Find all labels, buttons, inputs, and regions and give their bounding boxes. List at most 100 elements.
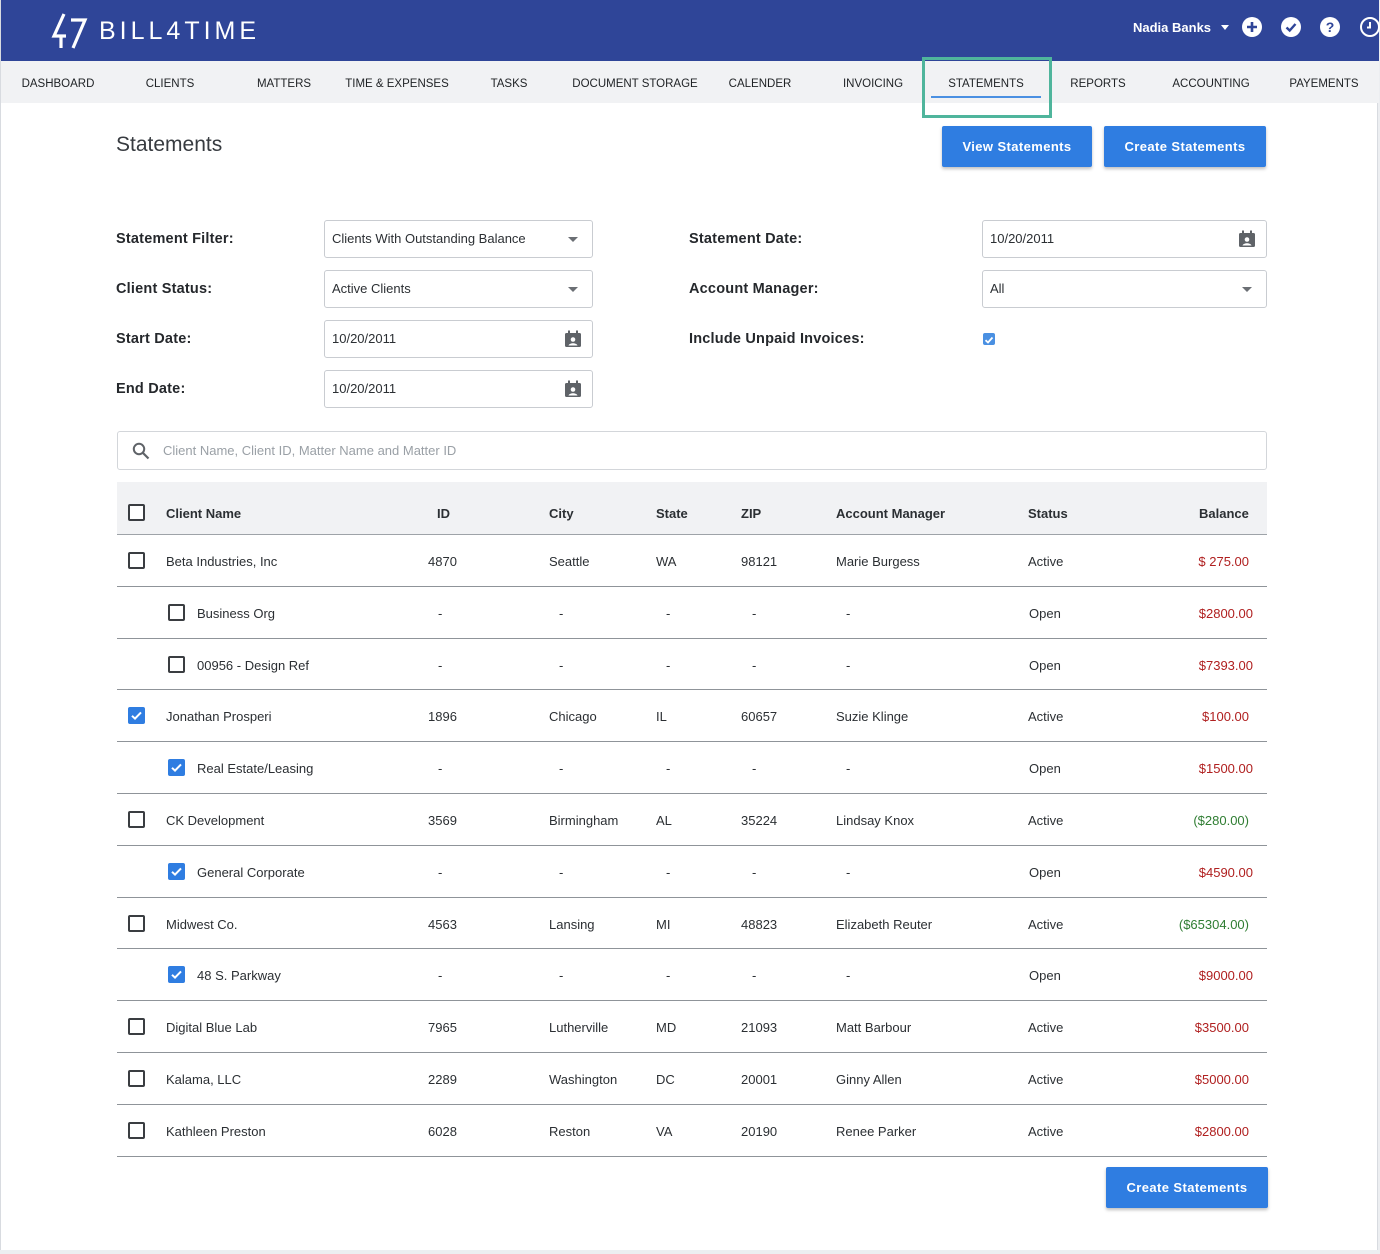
- client-row[interactable]: Beta Industries, Inc 4870 Seattle WA 98121 Ma…: [117, 535, 1267, 587]
- plus-circle-icon[interactable]: [1242, 17, 1262, 37]
- client-row[interactable]: Jonathan Prosperi 1896 Chicago IL 60657 Suzie…: [117, 690, 1267, 743]
- row-checkbox[interactable]: [168, 603, 185, 621]
- client-row[interactable]: Kathleen Preston 6028 Reston VA 20190 Renee P…: [117, 1105, 1267, 1157]
- view-statements-button[interactable]: View Statements: [942, 126, 1092, 167]
- cell-id: 6028: [428, 1123, 457, 1139]
- cell-name[interactable]: Midwest Co.: [166, 917, 238, 932]
- nav-time-expenses[interactable]: TIME & EXPENSES: [341, 61, 453, 103]
- cell-account-manager: Marie Burgess: [836, 554, 920, 569]
- cell-name[interactable]: Digital Blue Lab: [166, 1020, 257, 1035]
- statement-filter-label: Statement Filter:: [116, 231, 234, 247]
- col-id[interactable]: ID: [437, 506, 450, 521]
- start-date-field[interactable]: 10/20/2011: [324, 320, 593, 358]
- row-checkbox[interactable]: [128, 707, 145, 725]
- matter-row[interactable]: Business Org - - - - - Open $2800.00: [117, 587, 1267, 639]
- cell-balance: $1500.00: [1198, 761, 1253, 777]
- statement-date-label: Statement Date:: [689, 231, 803, 247]
- footer-create-statements-button[interactable]: Create Statements: [1106, 1167, 1268, 1208]
- cell-status: Open: [1029, 761, 1061, 777]
- col-city[interactable]: City: [549, 506, 574, 521]
- cell-name[interactable]: Beta Industries, Inc: [166, 554, 277, 569]
- start-date-label: Start Date:: [116, 331, 192, 347]
- col-status[interactable]: Status: [1028, 506, 1068, 521]
- cell-name[interactable]: General Corporate: [197, 865, 305, 880]
- calendar-icon[interactable]: [564, 330, 582, 348]
- cell-status: Active: [1028, 916, 1064, 932]
- nav-invoicing[interactable]: INVOICING: [827, 61, 919, 103]
- user-menu[interactable]: Nadia Banks: [1133, 20, 1230, 35]
- cell-city: -: [559, 605, 564, 621]
- row-checkbox[interactable]: [128, 1070, 145, 1087]
- matter-row[interactable]: Real Estate/Leasing - - - - - Open $1500.00: [117, 742, 1267, 794]
- cell-name[interactable]: Business Org: [197, 606, 275, 621]
- row-checkbox[interactable]: [168, 862, 185, 880]
- matter-row[interactable]: General Corporate - - - - - Open $4590.00: [117, 846, 1267, 898]
- matter-row[interactable]: 48 S. Parkway - - - - - Open $9000.00: [117, 949, 1267, 1002]
- account-manager-select[interactable]: All: [982, 270, 1267, 308]
- row-checkbox[interactable]: [128, 811, 145, 828]
- nav-calender[interactable]: CALENDER: [717, 61, 803, 103]
- clock-icon[interactable]: [1360, 17, 1380, 37]
- col-client-name[interactable]: Client Name: [166, 506, 241, 521]
- cell-id: -: [438, 605, 443, 621]
- cell-id: 3569: [428, 813, 457, 828]
- calendar-icon[interactable]: [1238, 230, 1256, 248]
- cell-name[interactable]: Real Estate/Leasing: [197, 761, 313, 776]
- row-checkbox[interactable]: [128, 1121, 145, 1139]
- nav-accounting[interactable]: ACCOUNTING: [1161, 61, 1261, 103]
- client-row[interactable]: Kalama, LLC 2289 Washington DC 20001 Ginny Al…: [117, 1053, 1267, 1105]
- cell-state: AL: [656, 813, 672, 828]
- matter-row[interactable]: 00956 - Design Ref - - - - - Open $7393.00: [117, 639, 1267, 691]
- nav-document-storage[interactable]: DOCUMENT STORAGE: [565, 61, 705, 103]
- client-search-input[interactable]: Client Name, Client ID, Matter Name and …: [117, 431, 1267, 470]
- client-row[interactable]: Midwest Co. 4563 Lansing MI 48823 Elizabeth R…: [117, 898, 1267, 950]
- statement-date-field[interactable]: 10/20/2011: [982, 220, 1267, 258]
- nav-reports[interactable]: REPORTS: [1059, 61, 1137, 103]
- client-status-select[interactable]: Active Clients: [324, 270, 593, 308]
- cell-name[interactable]: Jonathan Prosperi: [166, 709, 272, 724]
- row-checkbox[interactable]: [168, 655, 185, 673]
- cell-account-manager: Elizabeth Reuter: [836, 916, 933, 932]
- statement-filter-select[interactable]: Clients With Outstanding Balance: [324, 220, 593, 258]
- col-state[interactable]: State: [656, 506, 688, 521]
- cell-account-manager: Ginny Allen: [836, 1072, 902, 1087]
- nav-dashboard[interactable]: DASHBOARD: [7, 61, 109, 103]
- end-date-field[interactable]: 10/20/2011: [324, 370, 593, 408]
- client-row[interactable]: Digital Blue Lab 7965 Lutherville MD 21093 Ma…: [117, 1001, 1267, 1053]
- calendar-icon[interactable]: [564, 380, 582, 398]
- select-all-checkbox[interactable]: [128, 504, 145, 521]
- nav-statements[interactable]: STATEMENTS: [927, 61, 1045, 103]
- cell-balance: $9000.00: [1198, 968, 1253, 984]
- col-balance[interactable]: Balance: [1199, 506, 1249, 521]
- row-checkbox[interactable]: [128, 914, 145, 932]
- col-zip[interactable]: ZIP: [741, 506, 761, 521]
- help-circle-icon[interactable]: ?: [1320, 17, 1340, 37]
- nav-payements[interactable]: PAYEMENTS: [1281, 61, 1367, 103]
- account-manager-value: All: [990, 281, 1005, 296]
- client-row[interactable]: CK Development 3569 Birmingham AL 35224 Linds…: [117, 794, 1267, 846]
- brand-logo[interactable]: BILL4TIME: [51, 12, 260, 50]
- row-checkbox[interactable]: [168, 966, 185, 984]
- cell-balance: $100.00: [1202, 709, 1249, 725]
- nav-matters[interactable]: MATTERS: [237, 61, 331, 103]
- row-checkbox[interactable]: [128, 1018, 145, 1036]
- cell-status: Active: [1028, 813, 1064, 828]
- cell-name[interactable]: 00956 - Design Ref: [197, 658, 309, 673]
- cell-status: Open: [1029, 657, 1061, 673]
- svg-text:?: ?: [1326, 19, 1335, 35]
- create-statements-button[interactable]: Create Statements: [1104, 126, 1266, 167]
- cell-zip: 35224: [741, 813, 778, 828]
- nav-tasks[interactable]: TASKS: [471, 61, 547, 103]
- cell-zip: -: [752, 657, 757, 673]
- cell-name[interactable]: CK Development: [166, 813, 264, 828]
- cell-id: -: [438, 657, 443, 673]
- nav-clients[interactable]: CLIENTS: [121, 61, 219, 103]
- cell-name[interactable]: 48 S. Parkway: [197, 968, 281, 983]
- include-unpaid-checkbox[interactable]: [983, 333, 995, 345]
- check-circle-icon[interactable]: [1281, 17, 1301, 37]
- cell-name[interactable]: Kalama, LLC: [166, 1072, 241, 1087]
- row-checkbox[interactable]: [128, 552, 145, 569]
- cell-name[interactable]: Kathleen Preston: [166, 1124, 266, 1139]
- row-checkbox[interactable]: [168, 759, 185, 777]
- col-account-manager[interactable]: Account Manager: [836, 506, 945, 521]
